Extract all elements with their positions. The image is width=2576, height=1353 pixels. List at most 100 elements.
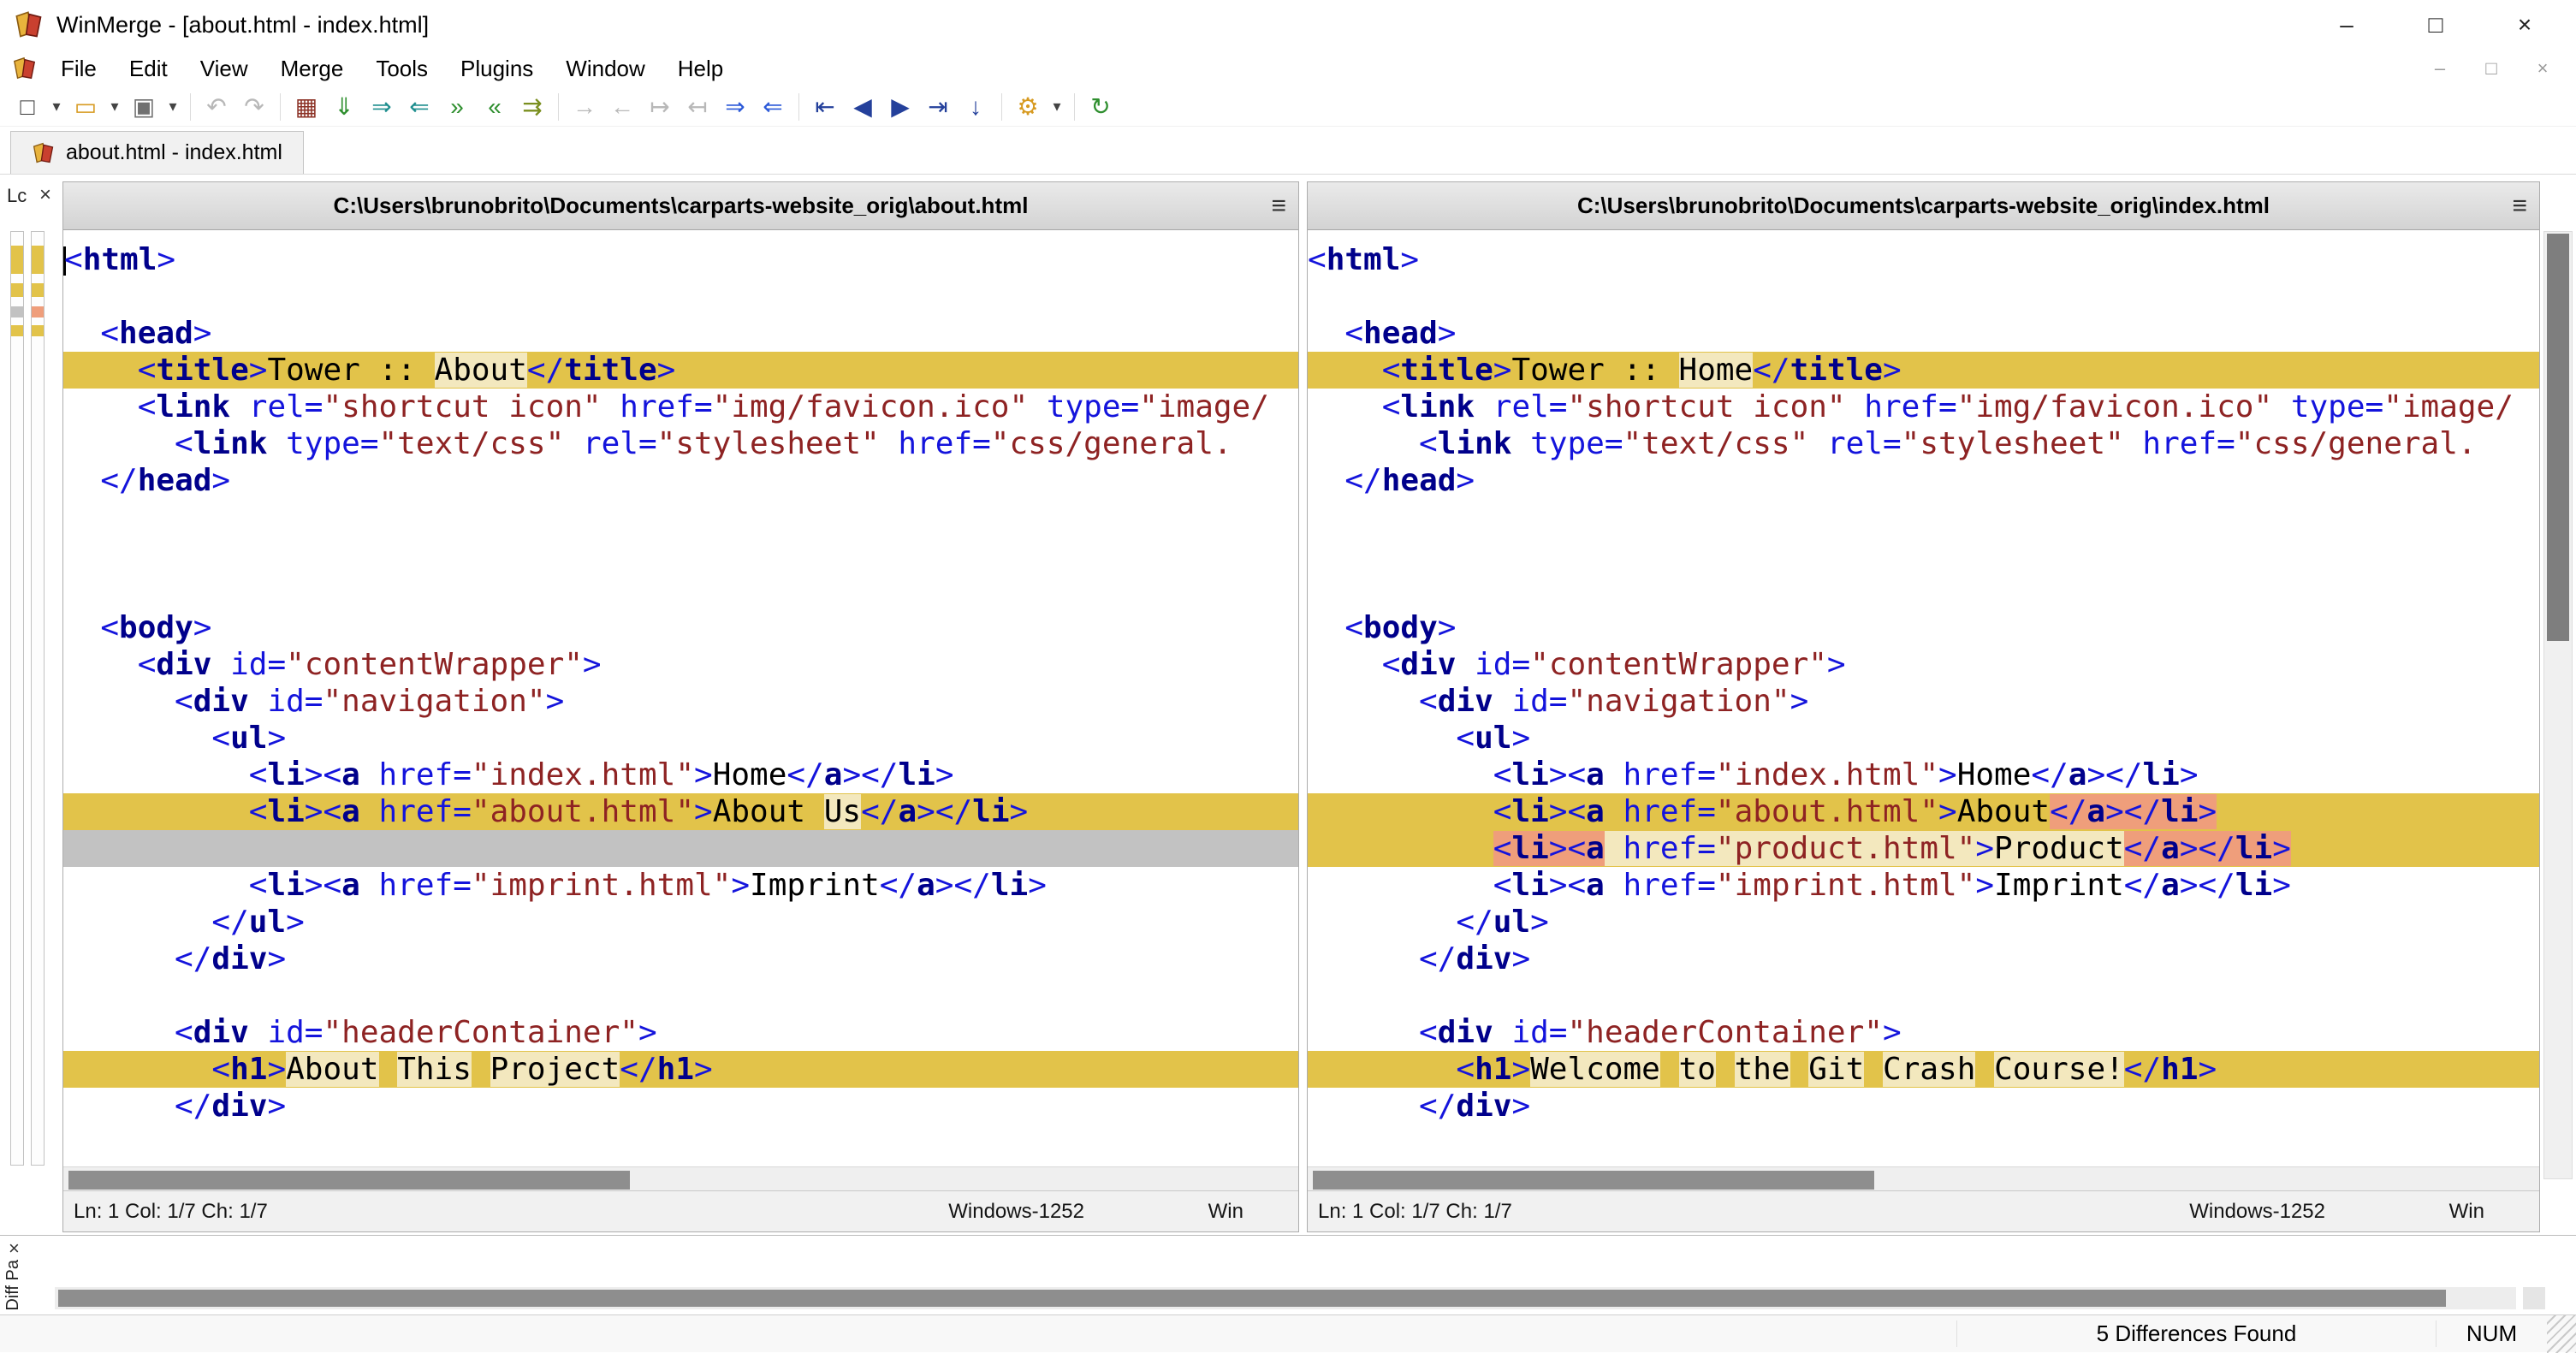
horizontal-scrollbar[interactable] xyxy=(1308,1166,2539,1192)
code-area[interactable]: <html> <head> <title>Tower :: About</tit… xyxy=(63,231,1298,1166)
code-line[interactable] xyxy=(63,830,1298,867)
undo-button[interactable]: ↶ xyxy=(198,89,235,125)
resize-grip[interactable] xyxy=(2547,1314,2576,1353)
code-line[interactable]: </head> xyxy=(1308,462,2539,499)
next-file-button[interactable]: → xyxy=(566,89,603,125)
code-line[interactable]: <h1>About This Project</h1> xyxy=(63,1051,1298,1088)
code-line[interactable] xyxy=(1308,278,2539,315)
new-menu-arrow[interactable]: ▾ xyxy=(46,89,67,125)
copy-left-button[interactable]: ⇐ xyxy=(401,89,438,125)
code-line[interactable]: <head> xyxy=(1308,315,2539,352)
copy-left-advance-button[interactable]: ⇐ xyxy=(754,89,792,125)
scrollbar-thumb[interactable] xyxy=(1313,1171,1874,1190)
code-line[interactable]: <head> xyxy=(63,315,1298,352)
code-line[interactable] xyxy=(63,499,1298,536)
menu-file[interactable]: File xyxy=(45,50,113,87)
code-line[interactable]: </ul> xyxy=(63,904,1298,941)
code-line[interactable]: <div id="navigation"> xyxy=(63,683,1298,720)
code-line[interactable] xyxy=(63,977,1298,1014)
pane-menu-icon[interactable]: ≡ xyxy=(1271,182,1286,230)
restore-button[interactable]: □ xyxy=(2391,0,2480,50)
diff-pane-close-icon[interactable]: × xyxy=(9,1237,20,1260)
code-line[interactable]: <html> xyxy=(1308,241,2539,278)
code-line[interactable]: <link type="text/css" rel="stylesheet" h… xyxy=(1308,425,2539,462)
code-line[interactable]: <li><a href="imprint.html">Imprint</a></… xyxy=(1308,867,2539,904)
code-line[interactable]: <li><a href="imprint.html">Imprint</a></… xyxy=(63,867,1298,904)
code-line[interactable]: </head> xyxy=(63,462,1298,499)
code-line[interactable]: <li><a href="index.html">Home</a></li> xyxy=(1308,757,2539,793)
menu-view[interactable]: View xyxy=(184,50,264,87)
code-line[interactable]: <li><a href="about.html">About</a></li> xyxy=(1308,793,2539,830)
open-button[interactable]: ▭ xyxy=(67,89,104,125)
code-line[interactable] xyxy=(1308,573,2539,609)
prev-file-button[interactable]: ← xyxy=(603,89,641,125)
code-line[interactable]: <ul> xyxy=(63,720,1298,757)
menu-window[interactable]: Window xyxy=(549,50,661,87)
diff-location-mark[interactable] xyxy=(32,325,44,337)
scrollbar-thumb[interactable] xyxy=(58,1290,2446,1307)
auto-merge-button[interactable]: ⇉ xyxy=(513,89,551,125)
code-line[interactable]: </div> xyxy=(63,1088,1298,1125)
code-line[interactable]: <link type="text/css" rel="stylesheet" h… xyxy=(63,425,1298,462)
diff-location-mark[interactable] xyxy=(32,246,44,275)
current-difference-button[interactable]: ↓ xyxy=(957,89,994,125)
code-line[interactable]: <link rel="shortcut icon" href="img/favi… xyxy=(63,389,1298,425)
save-button[interactable]: ▣ xyxy=(125,89,163,125)
code-line[interactable] xyxy=(63,536,1298,573)
code-line[interactable] xyxy=(1308,977,2539,1014)
code-line[interactable]: </div> xyxy=(1308,941,2539,977)
copy-right-advance-button[interactable]: ⇒ xyxy=(716,89,754,125)
code-line[interactable]: </ul> xyxy=(1308,904,2539,941)
code-line[interactable]: <li><a href="product.html">Product</a></… xyxy=(1308,830,2539,867)
location-pane-close-icon[interactable]: × xyxy=(39,183,51,207)
open-menu-arrow[interactable]: ▾ xyxy=(104,89,125,125)
mdi-restore-button[interactable]: □ xyxy=(2477,57,2506,80)
code-line[interactable]: <html> xyxy=(63,241,1298,278)
refresh-button[interactable]: ↻ xyxy=(1082,89,1119,125)
diff-location-mark[interactable] xyxy=(11,325,23,337)
copy-all-right-button[interactable]: » xyxy=(438,89,476,125)
menu-plugins[interactable]: Plugins xyxy=(444,50,549,87)
code-line[interactable] xyxy=(1308,499,2539,536)
code-line[interactable] xyxy=(63,573,1298,609)
mdi-minimize-button[interactable]: – xyxy=(2425,57,2454,80)
code-line[interactable]: <body> xyxy=(1308,609,2539,646)
minimize-button[interactable]: – xyxy=(2302,0,2391,50)
vertical-scrollbar[interactable] xyxy=(2543,231,2573,1179)
location-pane-left-strip[interactable] xyxy=(10,231,24,1166)
diff-location-mark[interactable] xyxy=(32,282,44,298)
code-line[interactable]: <li><a href="index.html">Home</a></li> xyxy=(63,757,1298,793)
scrollbar-thumb[interactable] xyxy=(2547,234,2569,641)
scrollbar-thumb[interactable] xyxy=(68,1171,630,1190)
rescan-button[interactable]: ⇓ xyxy=(325,89,363,125)
redo-button[interactable]: ↷ xyxy=(235,89,273,125)
copy-right-button[interactable]: ⇒ xyxy=(363,89,401,125)
code-line[interactable]: <body> xyxy=(63,609,1298,646)
code-line[interactable] xyxy=(63,278,1298,315)
plugins-button[interactable]: ⚙ xyxy=(1009,89,1047,125)
report-button[interactable]: ▦ xyxy=(288,89,325,125)
code-line[interactable]: </div> xyxy=(63,941,1298,977)
copy-all-left-button[interactable]: « xyxy=(476,89,513,125)
pane-menu-icon[interactable]: ≡ xyxy=(2512,182,2527,230)
code-line[interactable] xyxy=(1308,536,2539,573)
plugins-menu-arrow[interactable]: ▾ xyxy=(1047,89,1067,125)
last-difference-button[interactable]: ⇥ xyxy=(919,89,957,125)
diff-pane-scrollbar[interactable] xyxy=(55,1287,2516,1309)
close-button[interactable]: × xyxy=(2480,0,2569,50)
menu-tools[interactable]: Tools xyxy=(359,50,444,87)
document-tab[interactable]: about.html - index.html xyxy=(10,131,304,174)
diff-location-mark[interactable] xyxy=(11,246,23,275)
right-pane-header[interactable]: C:\Users\brunobrito\Documents\carparts-w… xyxy=(1308,182,2539,230)
prev-conflict-button[interactable]: ↤ xyxy=(679,89,716,125)
menu-edit[interactable]: Edit xyxy=(113,50,184,87)
diff-location-mark[interactable] xyxy=(32,306,44,318)
next-difference-button[interactable]: ▶ xyxy=(881,89,919,125)
location-pane-right-strip[interactable] xyxy=(31,231,45,1166)
code-line[interactable]: <div id="contentWrapper"> xyxy=(1308,646,2539,683)
mdi-close-button[interactable]: × xyxy=(2528,57,2557,80)
menu-help[interactable]: Help xyxy=(662,50,739,87)
code-line[interactable]: </div> xyxy=(1308,1088,2539,1125)
code-area[interactable]: <html> <head> <title>Tower :: Home</titl… xyxy=(1308,231,2539,1166)
diff-location-mark[interactable] xyxy=(11,306,23,318)
